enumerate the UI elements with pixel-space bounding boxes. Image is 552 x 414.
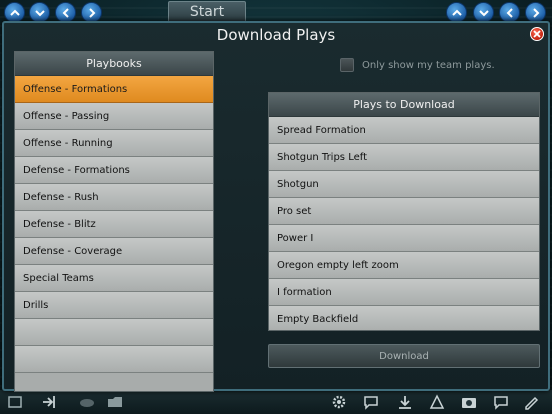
- import-icon[interactable]: [40, 394, 58, 410]
- list-item[interactable]: Power I: [269, 225, 539, 252]
- list-item[interactable]: Special Teams: [15, 265, 213, 292]
- right-icon[interactable]: [81, 2, 102, 23]
- list-item[interactable]: Shotgun: [269, 171, 539, 198]
- camera-icon[interactable]: [460, 394, 478, 410]
- folder-icon[interactable]: [106, 394, 124, 410]
- triangle-icon[interactable]: [428, 394, 446, 410]
- left-icon[interactable]: [55, 2, 76, 23]
- playbooks-header: Playbooks: [15, 52, 213, 76]
- only-my-team-toggle[interactable]: Only show my team plays.: [340, 58, 495, 72]
- list-item[interactable]: Defense - Coverage: [15, 238, 213, 265]
- up-icon[interactable]: [446, 2, 467, 23]
- close-icon[interactable]: [530, 27, 544, 41]
- list-item[interactable]: [15, 346, 213, 373]
- list-item[interactable]: Spread Formation: [269, 117, 539, 144]
- list-item[interactable]: Drills: [15, 292, 213, 319]
- dialog-title: Download Plays: [216, 26, 336, 44]
- only-my-team-label: Only show my team plays.: [362, 59, 495, 71]
- list-item[interactable]: Offense - Formations: [15, 76, 213, 103]
- only-my-team-checkbox[interactable]: [340, 58, 354, 72]
- down-icon[interactable]: [473, 2, 494, 23]
- left-icon[interactable]: [499, 2, 520, 23]
- plays-header: Plays to Download: [269, 93, 539, 117]
- list-item[interactable]: I formation: [269, 279, 539, 306]
- gear-icon[interactable]: [330, 394, 348, 410]
- down-icon[interactable]: [29, 2, 50, 23]
- playbooks-list: Offense - Formations Offense - Passing Off…: [15, 76, 213, 373]
- download-plays-dialog: Download Plays Playbooks Offense - Forma…: [2, 21, 550, 392]
- list-item[interactable]: Shotgun Trips Left: [269, 144, 539, 171]
- list-item[interactable]: Oregon empty left zoom: [269, 252, 539, 279]
- comment-icon[interactable]: [492, 394, 510, 410]
- list-item[interactable]: Empty Backfield: [269, 306, 539, 330]
- right-icon[interactable]: [525, 2, 546, 23]
- list-item[interactable]: [15, 319, 213, 346]
- list-item[interactable]: Pro set: [269, 198, 539, 225]
- pencil-icon[interactable]: [522, 394, 540, 410]
- plays-list: Spread Formation Shotgun Trips Left Shotgu…: [269, 117, 539, 330]
- download-button[interactable]: Download: [268, 344, 540, 368]
- list-item[interactable]: Offense - Running: [15, 130, 213, 157]
- list-item[interactable]: Defense - Blitz: [15, 211, 213, 238]
- start-button[interactable]: Start: [168, 1, 246, 23]
- list-item[interactable]: Defense - Formations: [15, 157, 213, 184]
- download-icon[interactable]: [396, 394, 414, 410]
- list-item[interactable]: Offense - Passing: [15, 103, 213, 130]
- up-icon[interactable]: [4, 2, 25, 23]
- list-item[interactable]: Defense - Rush: [15, 184, 213, 211]
- helmet-icon[interactable]: [78, 394, 96, 410]
- bottom-toolbar: [0, 390, 552, 414]
- grid-icon[interactable]: [6, 394, 24, 410]
- playbooks-panel: Playbooks Offense - Formations Offense - …: [14, 51, 214, 392]
- chat-icon[interactable]: [362, 394, 380, 410]
- plays-panel: Plays to Download Spread Formation Shotgu…: [268, 92, 540, 331]
